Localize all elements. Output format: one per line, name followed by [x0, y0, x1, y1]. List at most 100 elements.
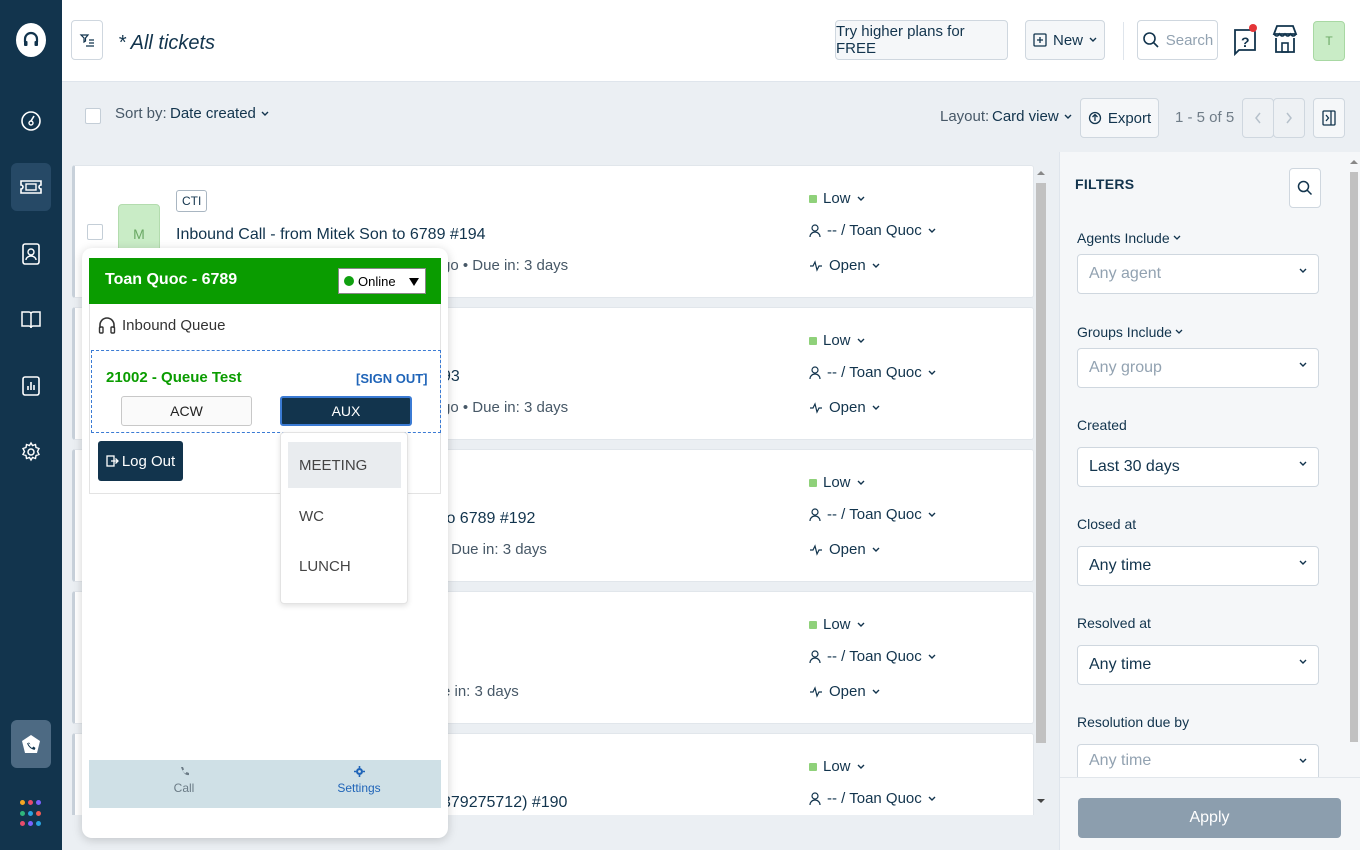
apps-switcher-icon[interactable] [20, 800, 42, 830]
logout-button[interactable]: Log Out [98, 441, 183, 481]
ticket-tag: CTI [176, 190, 208, 212]
toggle-filters-panel-button[interactable] [1313, 98, 1345, 138]
select-all-checkbox[interactable] [85, 108, 101, 124]
admin-nav-item[interactable] [11, 428, 51, 476]
priority-dropdown[interactable]: Low [809, 332, 865, 349]
assignee-value: -- / Toan Quoc [827, 506, 922, 523]
priority-dropdown[interactable]: Low [809, 190, 865, 207]
priority-dropdown[interactable]: Low [809, 758, 865, 775]
scrollbar-thumb[interactable] [1036, 183, 1046, 743]
chevron-down-icon [928, 796, 936, 801]
dashboard-icon [21, 111, 41, 131]
resolution-due-placeholder: Any time [1089, 752, 1152, 769]
tab-call[interactable]: Call [134, 766, 234, 795]
aux-option-lunch[interactable]: LUNCH [288, 543, 401, 589]
groups-select[interactable]: Any group [1077, 348, 1319, 388]
closed-at-select[interactable]: Any time [1077, 546, 1319, 586]
new-label: New [1052, 31, 1083, 49]
queue-box: 21002 - Queue Test [SIGN OUT] ACW AUX [91, 350, 441, 433]
search-button[interactable]: Search [1137, 20, 1218, 60]
closed-at-value: Any time [1089, 557, 1152, 574]
contacts-nav-item[interactable] [11, 230, 51, 278]
assignee-value: -- / Toan Quoc [827, 222, 922, 239]
filter-toggle-button[interactable] [71, 20, 103, 60]
scrollbar-thumb[interactable] [1350, 172, 1358, 742]
header-divider [1123, 22, 1124, 60]
aux-option-wc[interactable]: WC [288, 493, 401, 539]
agent-icon [809, 365, 821, 379]
closed-at-label: Closed at [1077, 516, 1137, 532]
reports-icon [22, 376, 40, 396]
next-page-button[interactable] [1273, 98, 1305, 138]
previous-page-button[interactable] [1242, 98, 1274, 138]
resolution-due-select[interactable]: Any time [1077, 744, 1319, 777]
ticket-subject[interactable]: to 6789 #192 [442, 510, 535, 528]
solutions-nav-item[interactable] [11, 296, 51, 344]
export-icon [1088, 111, 1101, 125]
scroll-up-icon [1350, 160, 1358, 164]
apply-filters-button[interactable]: Apply [1078, 798, 1341, 838]
ticket-subject[interactable]: 379275712) #190 [442, 794, 567, 812]
assignee-dropdown[interactable]: -- / Toan Quoc [809, 506, 936, 523]
aux-option-meeting[interactable]: MEETING [288, 442, 401, 488]
ticket-icon [20, 180, 42, 194]
filters-panel: FILTERS Agents Include Any agent Groups … [1059, 152, 1360, 850]
filters-scrollbar[interactable] [1347, 152, 1360, 777]
status-value: Open [829, 683, 866, 700]
export-label: Export [1107, 109, 1152, 127]
status-dropdown[interactable]: Open [809, 683, 880, 700]
reports-nav-item[interactable] [11, 362, 51, 410]
chevron-down-icon [872, 405, 880, 410]
chevron-down-icon [872, 547, 880, 552]
assignee-dropdown[interactable]: -- / Toan Quoc [809, 222, 936, 239]
tab-settings[interactable]: Settings [309, 766, 409, 795]
ticket-list-scrollbar[interactable] [1034, 165, 1048, 815]
status-dropdown[interactable]: Open [809, 257, 880, 274]
chevron-down-icon [1299, 461, 1307, 466]
upgrade-button[interactable]: Try higher plans for FREE [835, 20, 1008, 60]
ticket-checkbox[interactable] [87, 224, 103, 240]
ticket-meta: go • Due in: 3 days [442, 257, 569, 274]
chevron-down-icon [872, 689, 880, 694]
assignee-dropdown[interactable]: -- / Toan Quoc [809, 790, 936, 807]
marketplace-button[interactable] [1271, 22, 1299, 58]
new-button[interactable]: New [1025, 20, 1105, 60]
phone-widget-launcher[interactable] [11, 720, 51, 768]
agent-status-select[interactable]: Online [338, 268, 426, 294]
filters-title: FILTERS [1075, 176, 1135, 192]
queue-signout-link[interactable]: [SIGN OUT] [356, 371, 428, 386]
priority-low-dot [809, 194, 817, 203]
assignee-value: -- / Toan Quoc [827, 648, 922, 665]
phone-launcher-icon [22, 735, 40, 753]
assignee-dropdown[interactable]: -- / Toan Quoc [809, 648, 936, 665]
priority-low-dot [809, 478, 817, 487]
agent-icon [809, 223, 821, 237]
user-avatar[interactable]: T [1313, 21, 1345, 61]
created-select[interactable]: Last 30 days [1077, 447, 1319, 487]
dashboard-nav-item[interactable] [11, 97, 51, 145]
agents-select[interactable]: Any agent [1077, 254, 1319, 294]
ticket-subject[interactable]: Inbound Call - from Mitek Son to 6789 #1… [176, 226, 486, 244]
headset-icon [98, 317, 116, 334]
assignee-dropdown[interactable]: -- / Toan Quoc [809, 364, 936, 381]
tickets-nav-item[interactable] [11, 163, 51, 211]
priority-value: Low [823, 474, 851, 491]
agents-include-label[interactable]: Agents Include [1077, 230, 1181, 246]
acw-button[interactable]: ACW [121, 396, 252, 426]
chevron-down-icon [261, 111, 269, 116]
filters-search-button[interactable] [1289, 168, 1321, 208]
status-dropdown[interactable]: Open [809, 541, 880, 558]
help-button[interactable]: ? [1231, 22, 1259, 58]
priority-dropdown[interactable]: Low [809, 616, 865, 633]
resolved-at-select[interactable]: Any time [1077, 645, 1319, 685]
status-dropdown[interactable]: Open [809, 399, 880, 416]
priority-dropdown[interactable]: Low [809, 474, 865, 491]
export-button[interactable]: Export [1080, 98, 1159, 138]
chevron-down-icon [1299, 659, 1307, 664]
layout-dropdown[interactable]: Card view [992, 108, 1072, 125]
freshdesk-logo[interactable] [0, 0, 62, 80]
layout-value: Card view [992, 108, 1059, 125]
aux-button[interactable]: AUX [280, 396, 412, 426]
groups-include-label[interactable]: Groups Include [1077, 324, 1183, 340]
sort-dropdown[interactable]: Date created [170, 105, 269, 122]
